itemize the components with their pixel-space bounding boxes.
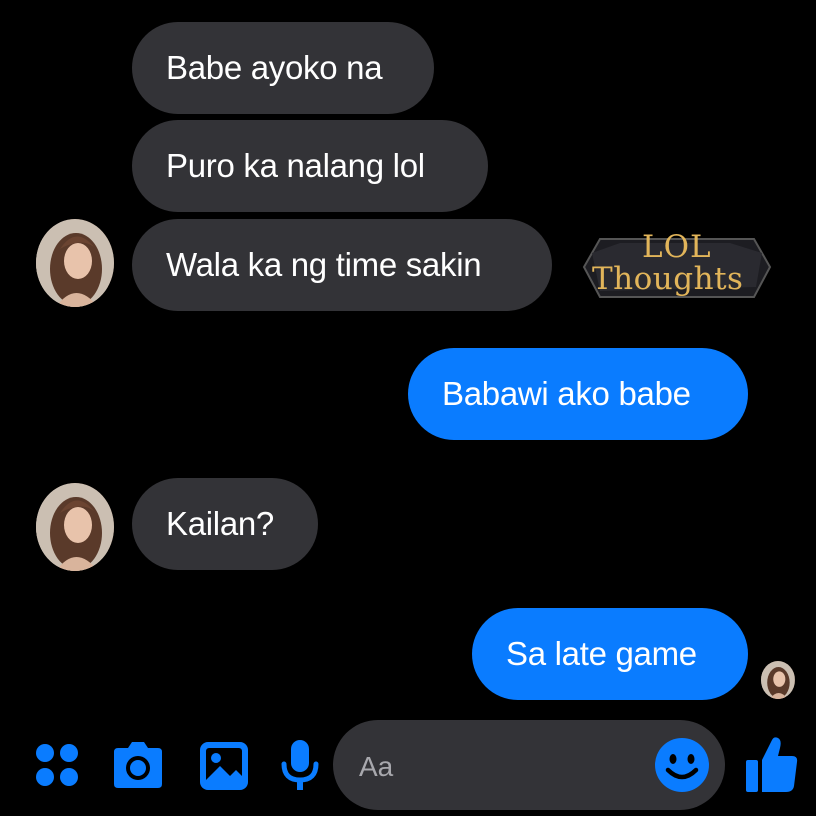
message-bubble-incoming[interactable]: Babe ayoko na	[132, 22, 434, 114]
image-icon[interactable]	[198, 740, 250, 792]
message-input[interactable]	[357, 748, 641, 786]
contact-avatar-icon	[36, 483, 114, 571]
message-text: Wala ka ng time sakin	[166, 246, 482, 283]
message-bubble-incoming[interactable]: Wala ka ng time sakin	[132, 219, 552, 311]
message-text: Kailan?	[166, 505, 274, 542]
message-bubble-outgoing[interactable]: Sa late game	[472, 608, 748, 700]
message-text: Sa late game	[506, 635, 697, 672]
logo-text-lol: LOL	[642, 229, 712, 265]
logo-text-thoughts: Thoughts	[592, 261, 744, 297]
menu-dots-icon[interactable]	[34, 742, 80, 788]
microphone-icon[interactable]	[280, 738, 320, 794]
read-receipt-avatar	[761, 661, 795, 699]
message-input-container[interactable]	[333, 720, 725, 810]
lol-thoughts-logo: LOL Thoughts	[580, 229, 774, 303]
message-text: Babawi ako babe	[442, 375, 691, 412]
contact-avatar-icon	[36, 219, 114, 307]
message-bubble-incoming[interactable]: Puro ka nalang lol	[132, 120, 488, 212]
message-bubble-outgoing[interactable]: Babawi ako babe	[408, 348, 748, 440]
read-receipt-avatar-icon	[761, 661, 795, 699]
contact-avatar[interactable]	[36, 483, 114, 571]
message-text: Puro ka nalang lol	[166, 147, 425, 184]
message-bubble-incoming[interactable]: Kailan?	[132, 478, 318, 570]
thumbs-up-icon[interactable]	[744, 734, 800, 794]
message-text: Babe ayoko na	[166, 49, 383, 86]
emoji-icon[interactable]	[653, 736, 711, 794]
contact-avatar[interactable]	[36, 219, 114, 307]
camera-icon[interactable]	[110, 740, 166, 790]
